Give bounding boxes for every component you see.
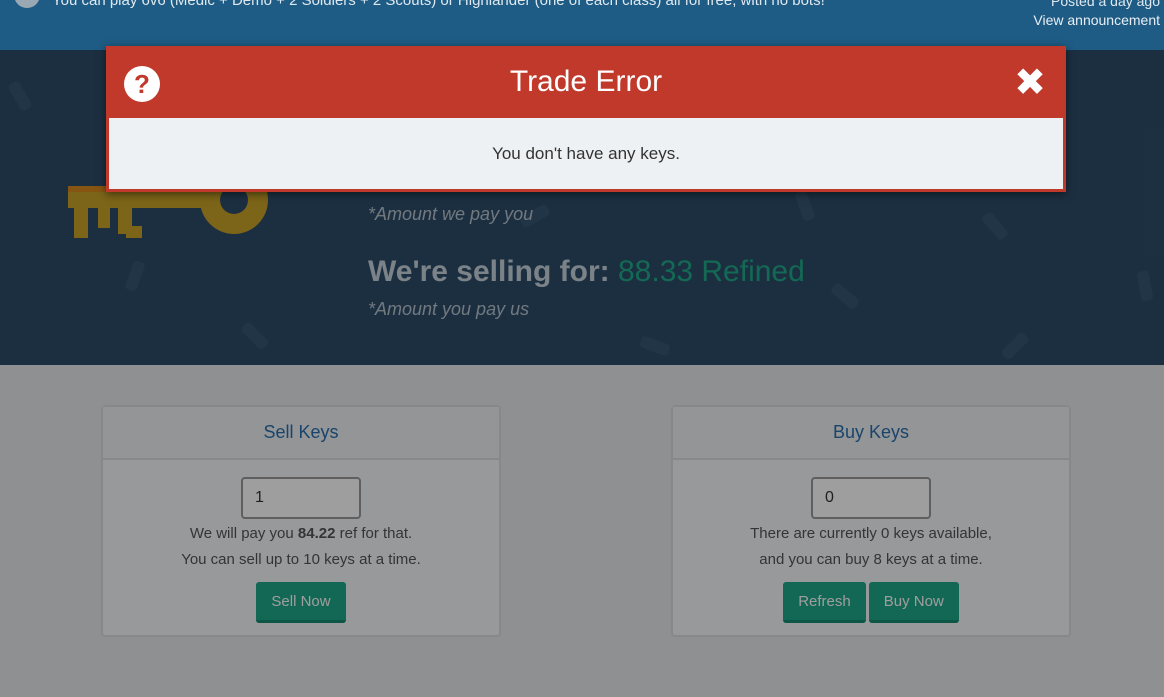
sell-keys-panel: Sell Keys We will pay you 84.22 ref for …	[101, 405, 501, 637]
pattern-icon	[240, 321, 270, 351]
buy-keys-panel: Buy Keys There are currently 0 keys avai…	[671, 405, 1071, 637]
pattern-icon	[794, 189, 816, 223]
buying-note: *Amount we pay you	[368, 204, 534, 224]
pattern-icon	[1000, 331, 1030, 361]
buy-availability-text: There are currently 0 keys available,	[750, 525, 992, 542]
refresh-button[interactable]: Refresh	[783, 582, 866, 623]
selling-rate: We're selling for: 88.33 Refined	[368, 255, 805, 289]
sell-quantity-input[interactable]	[241, 477, 361, 519]
announcement-bar: You can play 6v6 (Medic + Demo + 2 Soldi…	[0, 0, 1164, 70]
pattern-icon	[829, 281, 861, 311]
sell-payout-suffix: ref for that.	[339, 525, 413, 542]
close-icon[interactable]: ✖	[1014, 64, 1046, 102]
sell-payout-text: We will pay you 84.22 ref for that.	[103, 521, 499, 547]
buy-keys-title: Buy Keys	[673, 407, 1069, 460]
modal-title: Trade Error	[509, 65, 663, 98]
selling-label: We're selling for:	[368, 255, 610, 288]
sell-payout-amount: 84.22	[297, 525, 336, 542]
announcement-meta: Posted a day ago View announcement	[1033, 0, 1160, 30]
view-announcement-link[interactable]: View announcement	[1033, 11, 1160, 30]
pattern-icon	[980, 210, 1010, 242]
sell-payout-prefix: We will pay you	[189, 525, 294, 542]
buy-now-button[interactable]: Buy Now	[868, 582, 959, 623]
selling-price: 88.33 Refined	[617, 255, 805, 288]
trade-error-modal: ? Trade Error ✖ You don't have any keys.	[106, 46, 1066, 192]
buy-quantity-input[interactable]	[811, 477, 931, 519]
announcement-avatar	[14, 0, 40, 8]
modal-message: You don't have any keys.	[109, 118, 1063, 189]
pattern-icon	[124, 259, 146, 293]
help-icon[interactable]: ?	[124, 66, 160, 102]
pattern-icon	[7, 80, 33, 112]
sell-keys-title: Sell Keys	[103, 407, 499, 460]
sell-limit-text: You can sell up to 10 keys at a time.	[181, 551, 421, 568]
pattern-icon	[638, 335, 672, 357]
selling-note: *Amount you pay us	[368, 299, 530, 319]
pattern-icon	[1136, 270, 1154, 302]
sell-now-button[interactable]: Sell Now	[256, 582, 346, 623]
announcement-text: You can play 6v6 (Medic + Demo + 2 Soldi…	[52, 0, 825, 9]
buy-limit-text: and you can buy 8 keys at a time.	[759, 551, 983, 568]
announcement-posted: Posted a day ago	[1051, 0, 1160, 9]
